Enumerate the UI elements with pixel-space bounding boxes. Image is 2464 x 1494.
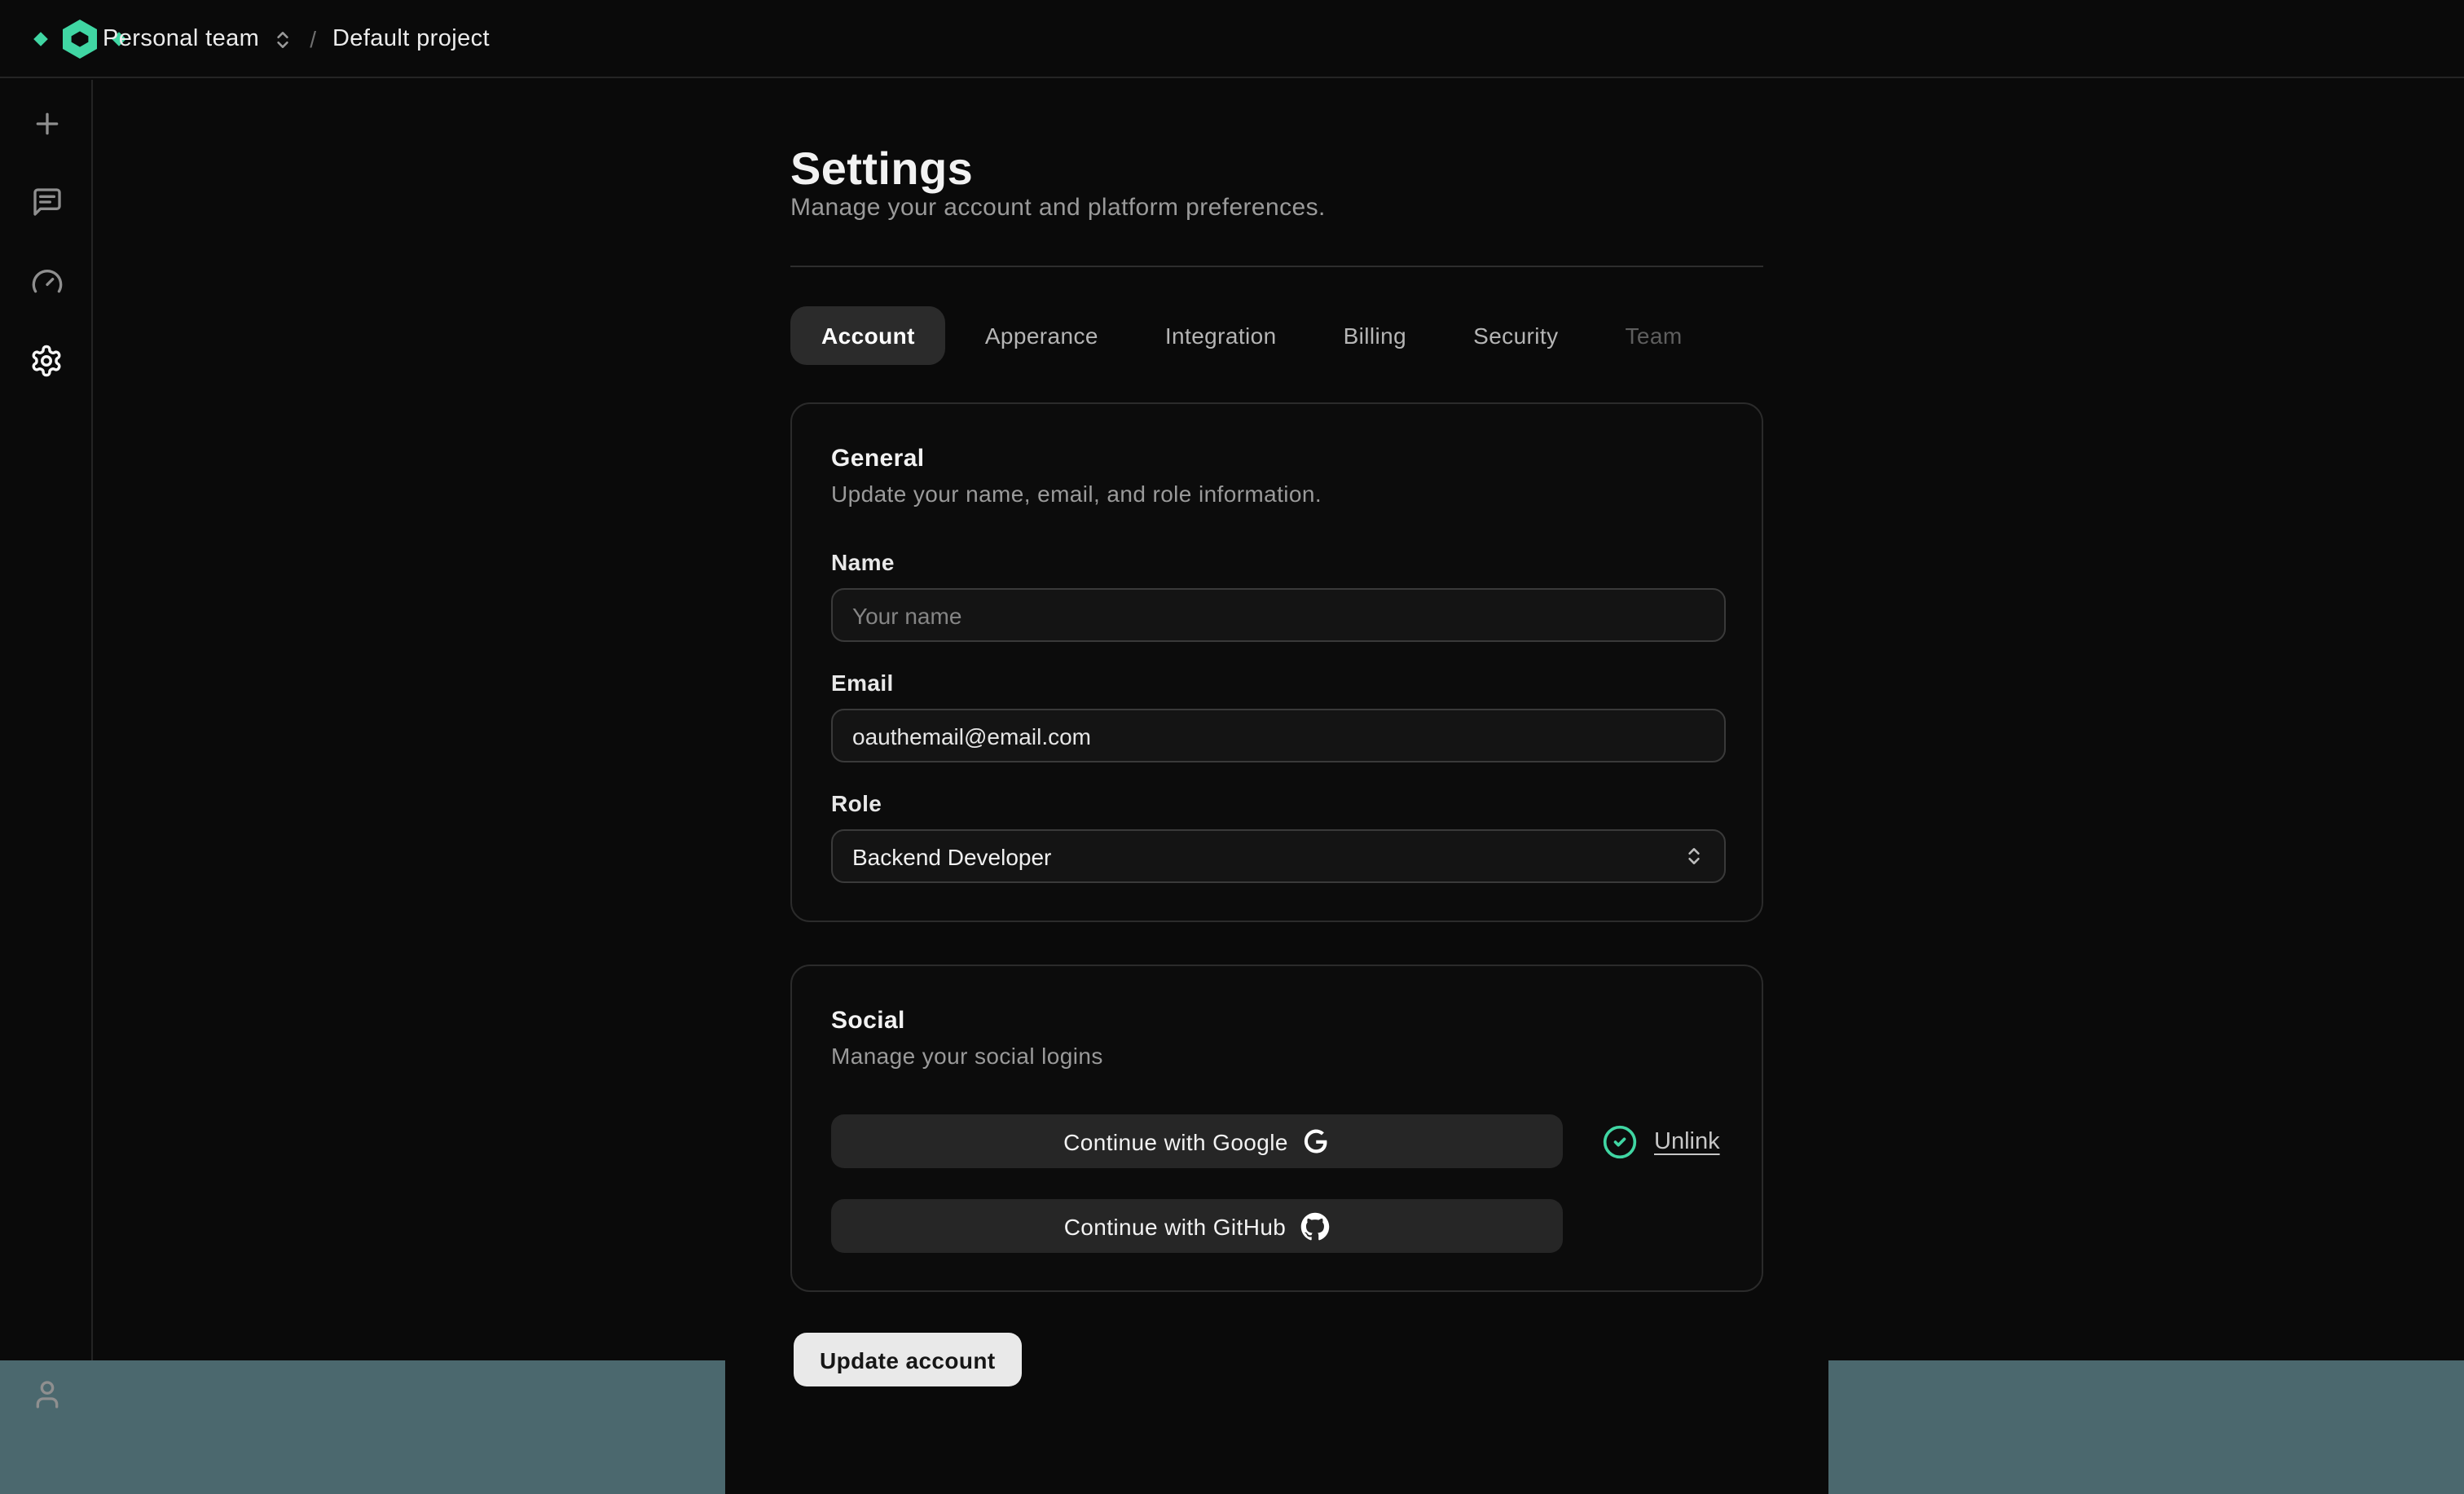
tab-security[interactable]: Security [1473,323,1558,349]
chevrons-up-down-icon [272,29,293,50]
app-screen: Personal team / Default project [0,0,2464,1494]
tab-appearance[interactable]: Apperance [985,323,1098,349]
dashboard-button[interactable] [0,249,93,314]
name-label: Name [831,549,895,575]
breadcrumb-separator: / [306,26,319,52]
tab-team[interactable]: Team [1626,323,1683,349]
general-card-title: General [831,445,925,472]
google-icon [1303,1127,1331,1155]
general-card: General Update your name, email, and rol… [790,402,1763,922]
project-name[interactable]: Default project [332,26,490,52]
breadcrumb: Personal team / Default project [103,0,490,78]
settings-gear-icon [29,343,64,377]
unlink-link[interactable]: Unlink [1654,1128,1720,1154]
team-name: Personal team [103,26,259,52]
github-icon [1300,1211,1330,1241]
role-select-value: Backend Developer [852,843,1051,869]
account-button[interactable] [0,1362,93,1427]
role-select[interactable]: Backend Developer [831,829,1726,883]
page-subtitle: Manage your account and platform prefere… [790,194,1326,222]
desktop-wallpaper-right [1828,1360,2464,1494]
social-card: Social Manage your social logins Continu… [790,965,1763,1292]
team-switcher[interactable]: Personal team [103,26,293,52]
social-card-subtitle: Manage your social logins [831,1043,1103,1069]
continue-with-github-button[interactable]: Continue with GitHub [831,1199,1563,1253]
email-label: Email [831,670,894,696]
sidebar [0,80,93,1360]
email-input[interactable] [831,709,1726,762]
google-link-status: Unlink [1602,1114,1765,1168]
chevrons-up-down-icon [1683,846,1705,867]
check-circle-icon [1602,1123,1638,1159]
update-account-button[interactable]: Update account [794,1333,1022,1386]
name-input[interactable] [831,588,1726,642]
header-divider [790,266,1763,267]
topbar: Personal team / Default project [0,0,2464,78]
role-label: Role [831,790,882,816]
settings-tabs: Account Apperance Integration Billing Se… [790,306,1683,365]
plus-icon [30,108,63,140]
page-title: Settings [790,143,973,196]
new-item-button[interactable] [0,91,93,156]
tab-billing[interactable]: Billing [1344,323,1407,349]
continue-with-google-button[interactable]: Continue with Google [831,1114,1563,1168]
user-icon [30,1378,63,1411]
desktop-wallpaper-left [0,1360,725,1494]
chat-button[interactable] [0,169,93,235]
google-button-label: Continue with Google [1063,1128,1288,1154]
tab-integration[interactable]: Integration [1165,323,1277,349]
general-card-subtitle: Update your name, email, and role inform… [831,481,1322,507]
chat-icon [30,186,63,218]
tab-account[interactable]: Account [790,306,946,365]
gauge-icon [30,266,63,298]
github-button-label: Continue with GitHub [1064,1213,1287,1239]
settings-button[interactable] [0,327,93,393]
social-card-title: Social [831,1007,905,1035]
